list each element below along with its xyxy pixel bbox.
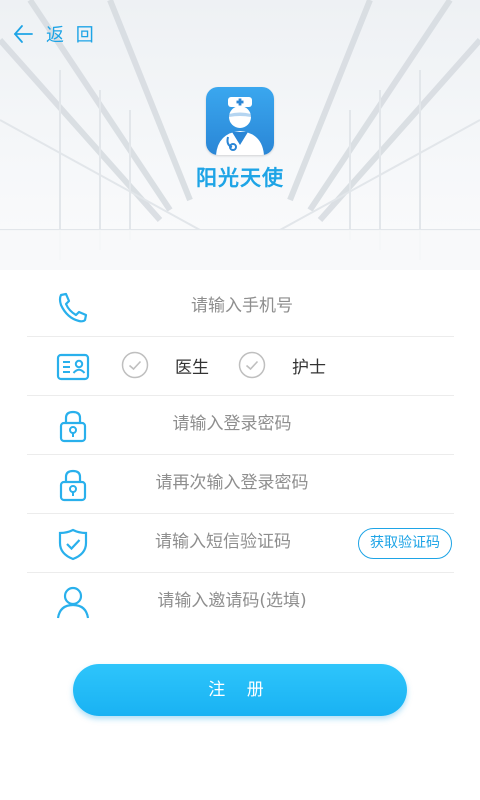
register-button[interactable]: 注 册 <box>73 664 407 716</box>
back-label: 返 回 <box>46 25 97 46</box>
role-option-nurse[interactable]: 护士 <box>238 351 326 379</box>
sms-code-input[interactable] <box>113 524 333 560</box>
id-card-icon <box>56 353 90 381</box>
shield-check-icon <box>58 528 88 561</box>
role-option-doctor[interactable]: 医生 <box>121 351 209 379</box>
role-row: 医生 护士 <box>27 337 454 396</box>
confirm-password-input[interactable] <box>107 465 357 501</box>
confirm-password-row <box>27 455 454 514</box>
invite-code-row <box>27 573 454 631</box>
check-circle-icon <box>121 351 149 379</box>
phone-input[interactable] <box>117 288 367 324</box>
doctor-icon <box>216 97 264 155</box>
password-row <box>27 396 454 455</box>
arrow-left-icon <box>13 25 33 43</box>
top-bar: 返 回 <box>0 0 480 66</box>
app-name: 阳光天使 <box>196 166 284 190</box>
check-circle-icon <box>238 351 266 379</box>
role-label-nurse: 护士 <box>292 357 326 378</box>
invite-code-input[interactable] <box>107 583 357 619</box>
password-input[interactable] <box>107 406 357 442</box>
role-label-doctor: 医生 <box>175 357 209 378</box>
phone-icon <box>58 292 88 323</box>
phone-row <box>27 278 454 337</box>
sms-code-row: 获取验证码 <box>27 514 454 573</box>
lock-icon <box>59 469 87 502</box>
app-logo <box>206 87 274 155</box>
lock-icon <box>59 410 87 443</box>
get-code-button[interactable]: 获取验证码 <box>358 528 452 559</box>
user-icon <box>56 586 90 619</box>
back-button[interactable]: 返 回 <box>12 20 97 48</box>
register-form: 医生 护士 获 <box>27 278 454 631</box>
